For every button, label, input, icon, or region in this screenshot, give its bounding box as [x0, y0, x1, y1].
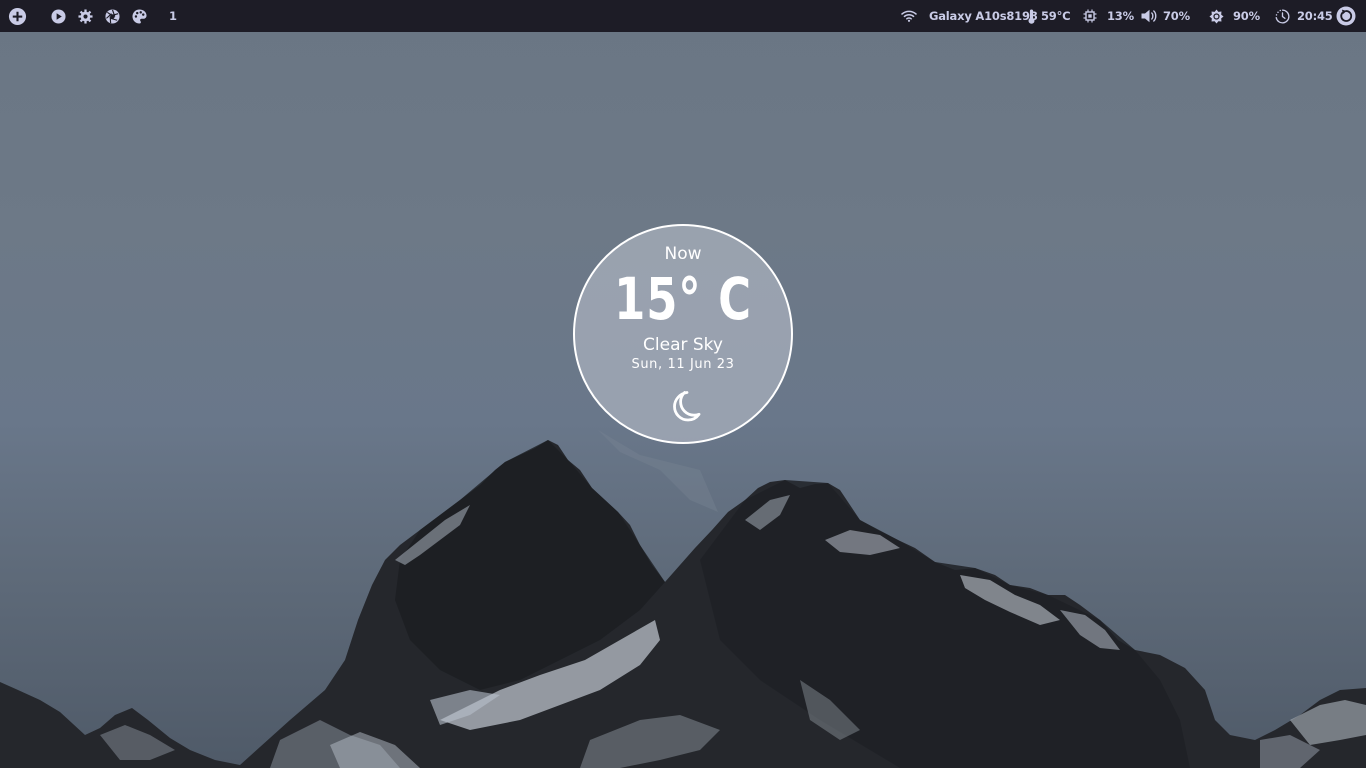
weather-now-label: Now: [664, 244, 702, 264]
workspace-indicator[interactable]: 1: [169, 0, 177, 32]
weather-date: Sun, 11 Jun 23: [631, 357, 735, 372]
temperature-label: 59°C: [1041, 9, 1071, 23]
aperture-icon: [105, 8, 120, 24]
timer-icon: [1275, 8, 1290, 23]
weather-widget: Now 15° C Clear Sky Sun, 11 Jun 23: [573, 224, 793, 444]
workspace-number: 1: [169, 9, 177, 23]
cpu-temperature[interactable]: 59°C: [1027, 0, 1071, 32]
volume-control[interactable]: 70%: [1141, 0, 1190, 32]
power-icon: [1336, 6, 1356, 26]
wifi-status[interactable]: [901, 0, 917, 32]
moon-icon: [673, 391, 701, 422]
play-icon: [51, 8, 66, 24]
volume-icon: [1141, 9, 1157, 23]
top-bar: 1 Galaxy A10s8198 59°C 13% 70% 90% 20:45: [0, 0, 1366, 32]
settings-icon: [78, 8, 93, 24]
wifi-network-name: Galaxy A10s8198: [929, 0, 1038, 32]
palette-icon: [132, 8, 147, 24]
clock-label: 20:45: [1297, 9, 1333, 23]
cpu-label: 13%: [1107, 9, 1134, 23]
theme-button[interactable]: [132, 0, 147, 32]
desktop: 1 Galaxy A10s8198 59°C 13% 70% 90% 20:45…: [0, 0, 1366, 768]
power-button[interactable]: [1336, 0, 1356, 32]
play-button[interactable]: [51, 0, 66, 32]
cpu-usage[interactable]: 13%: [1083, 0, 1134, 32]
cpu-icon: [1083, 9, 1097, 23]
wifi-icon: [901, 10, 917, 22]
add-workspace-button[interactable]: [8, 0, 27, 32]
brightness-label: 90%: [1233, 9, 1260, 23]
thermometer-icon: [1028, 8, 1035, 24]
clock[interactable]: 20:45: [1275, 0, 1333, 32]
add-icon: [8, 7, 27, 25]
weather-condition: Clear Sky: [643, 335, 723, 355]
brightness-icon: [1209, 8, 1224, 24]
volume-label: 70%: [1163, 9, 1190, 23]
screenshot-button[interactable]: [105, 0, 120, 32]
weather-temperature: 15° C: [614, 265, 752, 333]
brightness-control[interactable]: 90%: [1209, 0, 1260, 32]
settings-button[interactable]: [78, 0, 93, 32]
wifi-name-label: Galaxy A10s8198: [929, 9, 1038, 23]
